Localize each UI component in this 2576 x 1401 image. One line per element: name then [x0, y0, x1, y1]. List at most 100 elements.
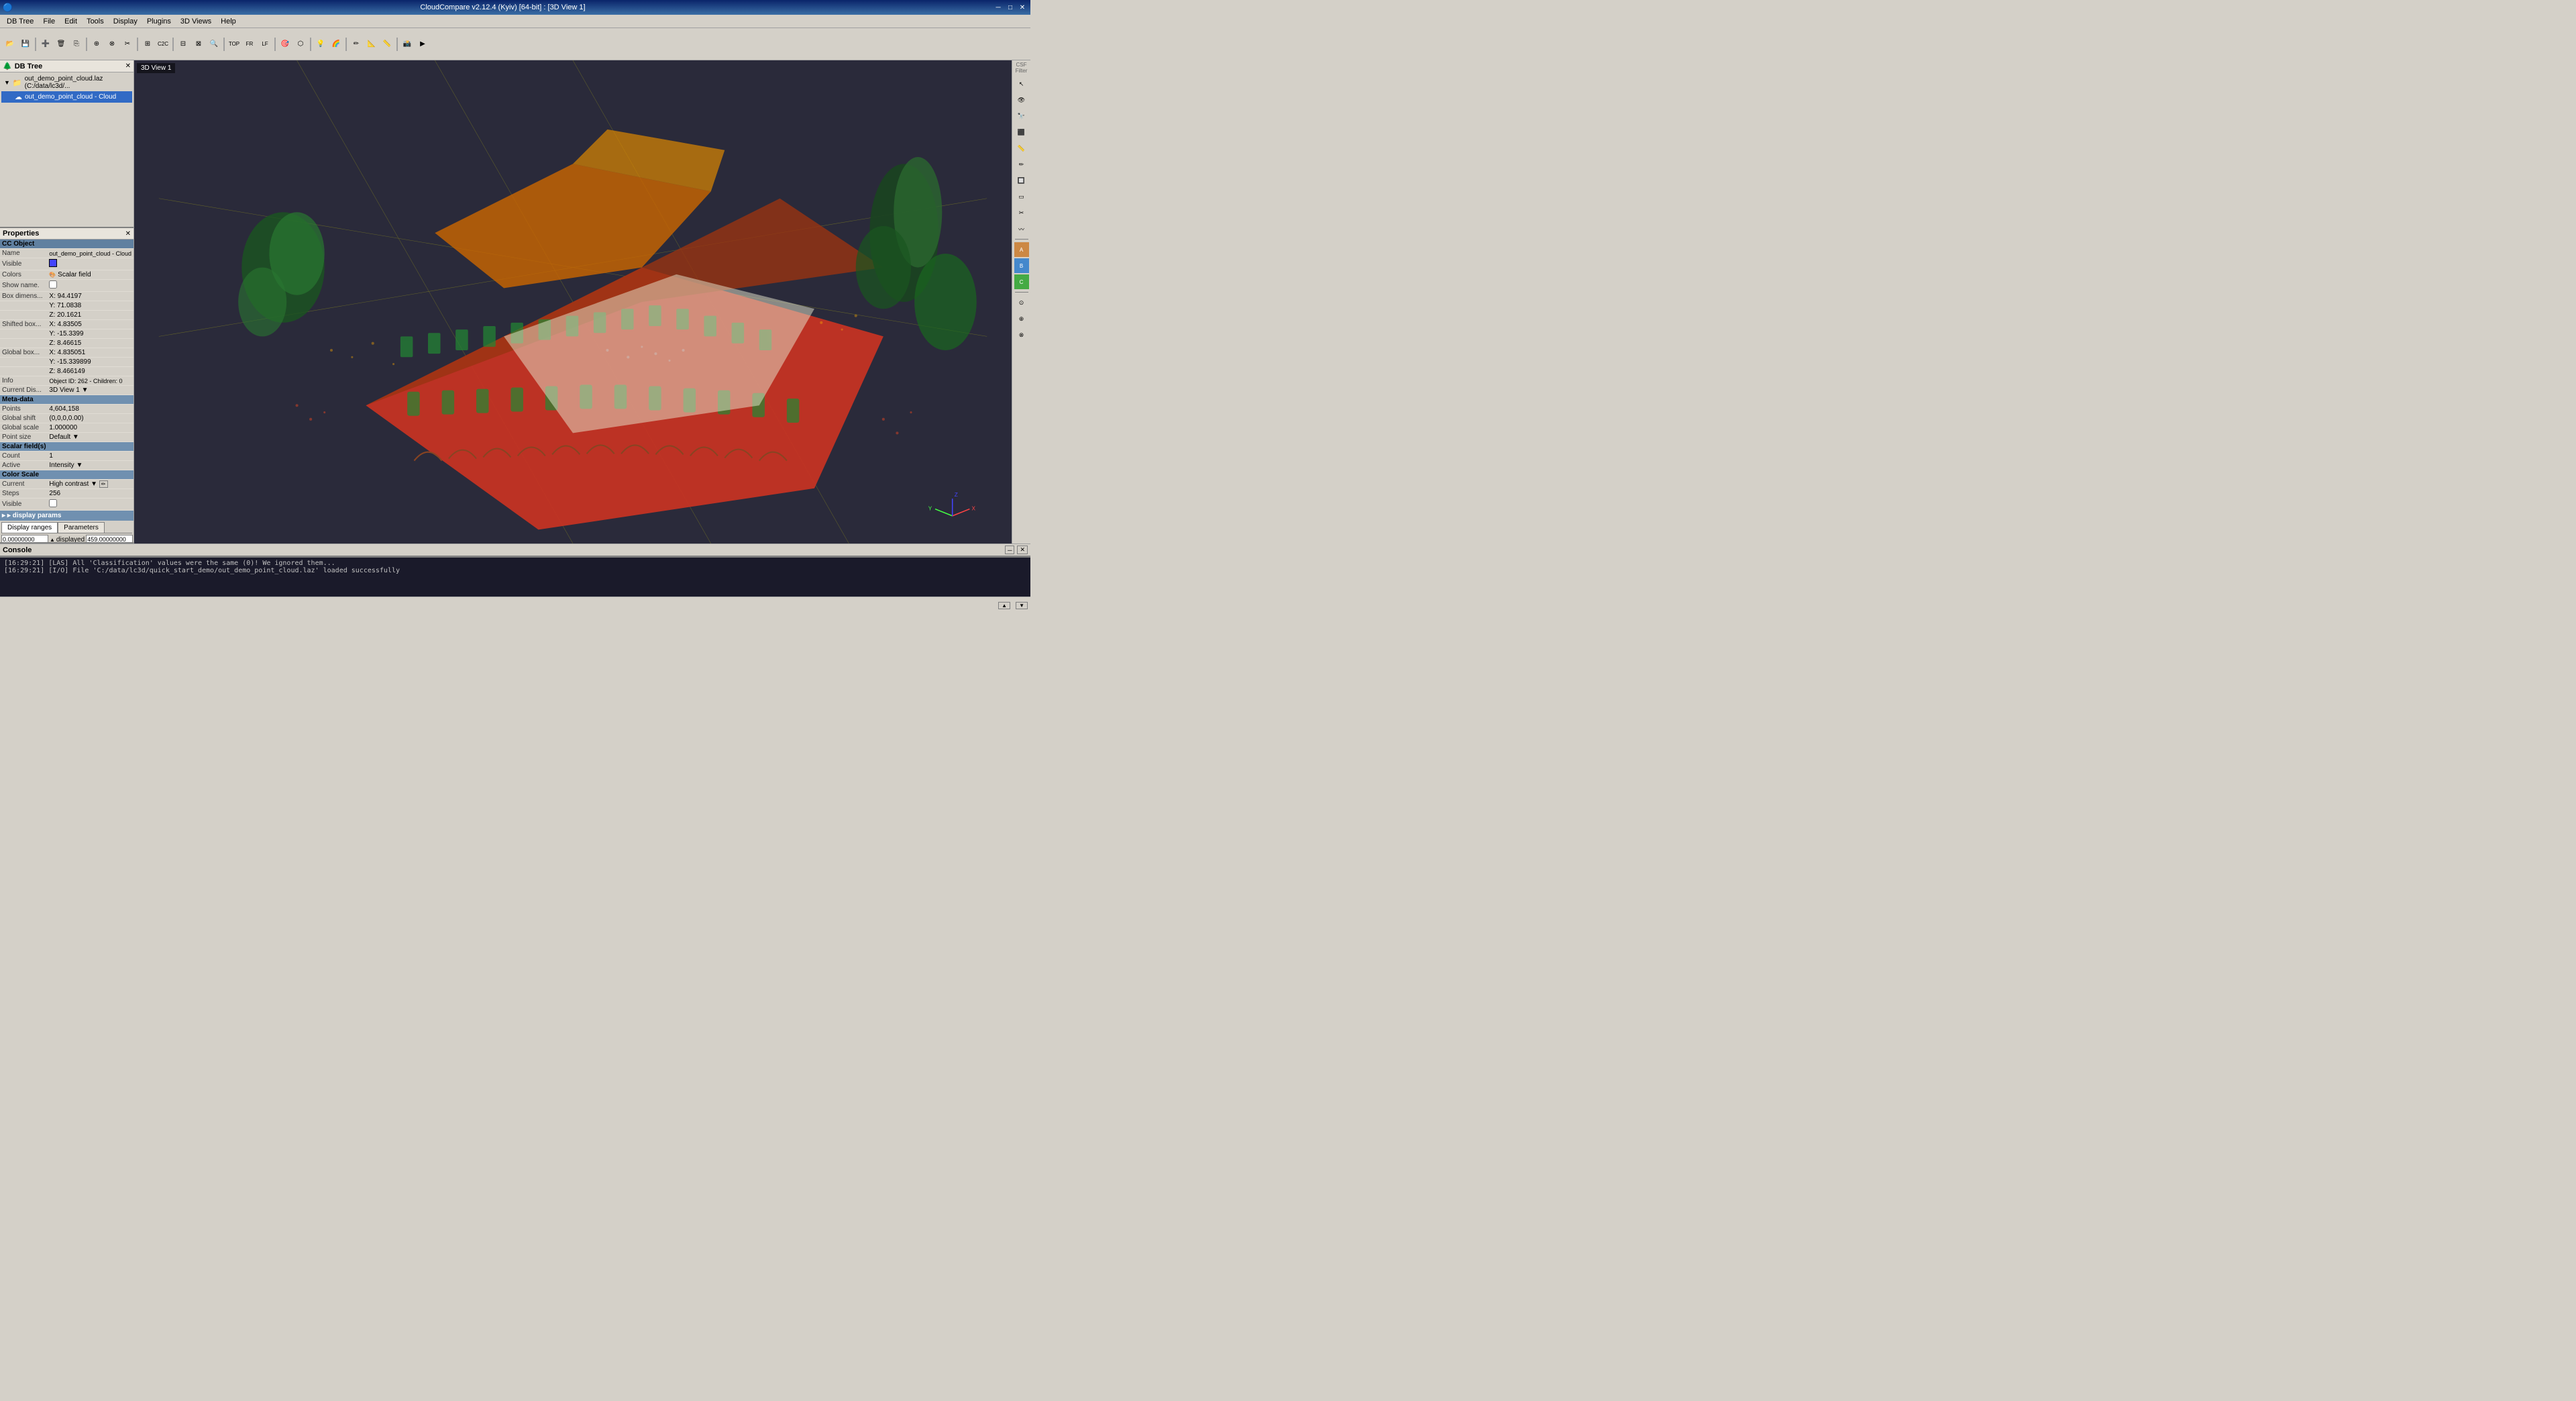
rt-filter-button[interactable]: 🔲 [1014, 173, 1029, 188]
rt-c-button[interactable]: C [1014, 274, 1029, 289]
screenshot-button[interactable]: 📸 [400, 37, 415, 52]
prop-row-cs-visible: Visible [0, 499, 133, 511]
db-tree-close[interactable]: ✕ [125, 62, 131, 70]
db-tree-content: ▼ 📁 out_demo_point_cloud.laz (C:/data/lc… [0, 72, 133, 104]
window-title: CloudCompare v2.12.4 (Kyiv) [64-bit] : [… [13, 3, 993, 11]
minimize-button[interactable]: ─ [993, 3, 1004, 12]
subsample-button[interactable]: ⊗ [105, 37, 119, 52]
toolbar-sep-2 [86, 38, 87, 51]
rt-view1-button[interactable]: 👁 [1014, 93, 1029, 107]
rt-segment-button[interactable]: ✂ [1014, 205, 1029, 220]
close-button[interactable]: ✕ [1017, 3, 1028, 12]
viewport[interactable]: 3D View 1 [134, 60, 1012, 543]
console-close[interactable]: ✕ [1017, 546, 1028, 554]
cs-dropdown-arrow: ▼ [91, 480, 97, 488]
db-tree-panel: 🌲 DB Tree ✕ ▼ 📁 out_demo_point_cloud.laz… [0, 60, 133, 228]
main-area: 🌲 DB Tree ✕ ▼ 📁 out_demo_point_cloud.laz… [0, 60, 1030, 543]
menu-plugins[interactable]: Plugins [143, 16, 175, 27]
measure-dist-button[interactable]: 📐 [364, 37, 379, 52]
console-minimize[interactable]: ─ [1005, 546, 1014, 554]
app-icon: 🔵 [3, 3, 13, 12]
display-params-toggle[interactable]: ▸ [2, 512, 5, 519]
rt-a-button[interactable]: A [1014, 242, 1029, 257]
range-min-input[interactable] [1, 535, 48, 543]
prop-section-metadata: Meta-data [0, 395, 133, 405]
console-label: Console [3, 546, 32, 554]
rt-e-button[interactable]: ⊕ [1014, 311, 1029, 326]
tab-parameters[interactable]: Parameters [58, 522, 105, 533]
toolbar-sep-6 [274, 38, 276, 51]
rt-trace-button[interactable]: 〰 [1014, 221, 1029, 236]
properties-close[interactable]: ✕ [125, 230, 131, 238]
showname-checkbox[interactable] [49, 280, 57, 289]
crop-button[interactable]: ✂ [120, 37, 135, 52]
prop-row-sf-active: Active Intensity ▼ [0, 461, 133, 470]
zoom-fit-button[interactable]: ⊟ [176, 37, 191, 52]
rt-plane-button[interactable]: ▭ [1014, 189, 1029, 204]
cs-visible-checkbox[interactable] [49, 499, 57, 507]
prop-section-colorscale: Color Scale [0, 470, 133, 480]
global-zoom-button[interactable]: ⊠ [191, 37, 206, 52]
db-tree-label: DB Tree [15, 62, 43, 70]
toolbar-sep-1 [35, 38, 36, 51]
toolbar-sep-9 [396, 38, 398, 51]
pick-button[interactable]: 🔍 [207, 37, 221, 52]
icp-button[interactable]: ⊞ [140, 37, 155, 52]
status-scroll-down[interactable]: ▼ [1016, 602, 1028, 609]
rt-d-button[interactable]: ⊙ [1014, 295, 1029, 310]
lights-button[interactable]: 💡 [313, 37, 328, 52]
color-ramp-button[interactable]: 🌈 [329, 37, 343, 52]
front-view-button[interactable]: FR [242, 37, 257, 52]
display-params-content: Display ranges Parameters ▲ displayed ▲ [0, 521, 133, 543]
rt-meas-button[interactable]: 📏 [1014, 141, 1029, 156]
delete-button[interactable]: 🗑 [54, 37, 68, 52]
perspective-button[interactable]: 🎯 [278, 37, 292, 52]
tab-display-ranges[interactable]: Display ranges [1, 522, 58, 533]
menu-file[interactable]: File [39, 16, 59, 27]
merge-button[interactable]: ⊕ [89, 37, 104, 52]
prop-row-shifted-z: Z: 8.46615 [0, 339, 133, 348]
left-view-button[interactable]: LF [258, 37, 272, 52]
active-dropdown-arrow: ▼ [76, 462, 83, 469]
prop-row-points: Points 4,604,158 [0, 405, 133, 414]
prop-row-boxdim-z: Z: 20.1621 [0, 311, 133, 320]
menu-dbtree[interactable]: DB Tree [3, 16, 38, 27]
prop-row-shifted-x: Shifted box... X: 4.83505 [0, 320, 133, 329]
rt-f-button[interactable]: ⊗ [1014, 327, 1029, 342]
rt-b-button[interactable]: B [1014, 258, 1029, 273]
menu-tools[interactable]: Tools [83, 16, 108, 27]
measure-angle-button[interactable]: 📏 [380, 37, 394, 52]
prop-row-global-shift: Global shift (0,0,0,0.00) [0, 414, 133, 423]
tree-item-root[interactable]: ▼ 📁 out_demo_point_cloud.laz (C:/data/lc… [1, 74, 132, 91]
rt-annot-button[interactable]: ✏ [1014, 157, 1029, 172]
menu-edit[interactable]: Edit [60, 16, 81, 27]
add-button[interactable]: ➕ [38, 37, 53, 52]
colors-icon: 🎨 [49, 272, 56, 278]
menu-help[interactable]: Help [217, 16, 240, 27]
segment-button[interactable]: ✏ [349, 37, 364, 52]
c2c-button[interactable]: C2C [156, 37, 170, 52]
rt-sep-2 [1015, 292, 1028, 293]
top-view-button[interactable]: TOP [227, 37, 241, 52]
rt-crop2d-button[interactable]: ⬛ [1014, 125, 1029, 140]
range-max-input[interactable] [86, 535, 133, 543]
rt-select-button[interactable]: ↖ [1014, 76, 1029, 91]
prop-row-cs-current: Current High contrast ▼ ✏ [0, 480, 133, 489]
menu-display[interactable]: Display [109, 16, 142, 27]
console-message-1: [16:29:21] [LAS] All 'Classification' va… [4, 560, 1026, 567]
restore-button[interactable]: □ [1005, 3, 1016, 12]
save-button[interactable]: 💾 [18, 37, 33, 52]
animation-button[interactable]: ▶ [415, 37, 430, 52]
status-scroll-up[interactable]: ▲ [998, 602, 1010, 609]
status-bar: ▲ ▼ [0, 596, 1030, 613]
ortho-button[interactable]: ⬡ [293, 37, 308, 52]
open-button[interactable]: 📂 [3, 37, 17, 52]
clone-button[interactable]: ⎘ [69, 37, 84, 52]
cs-edit-button[interactable]: ✏ [99, 480, 108, 488]
rt-view2-button[interactable]: 🔭 [1014, 109, 1029, 123]
tree-item-cloud[interactable]: ☁ out_demo_point_cloud - Cloud [1, 91, 132, 103]
right-toolbar: CSF Filter ↖ 👁 🔭 ⬛ 📏 ✏ 🔲 ▭ ✂ 〰 A B C ⊙ ⊕… [1012, 60, 1030, 543]
prop-row-shifted-y: Y: -15.3399 [0, 329, 133, 339]
menu-3dviews[interactable]: 3D Views [176, 16, 215, 27]
range-spin-up[interactable]: ▲ [50, 537, 55, 543]
